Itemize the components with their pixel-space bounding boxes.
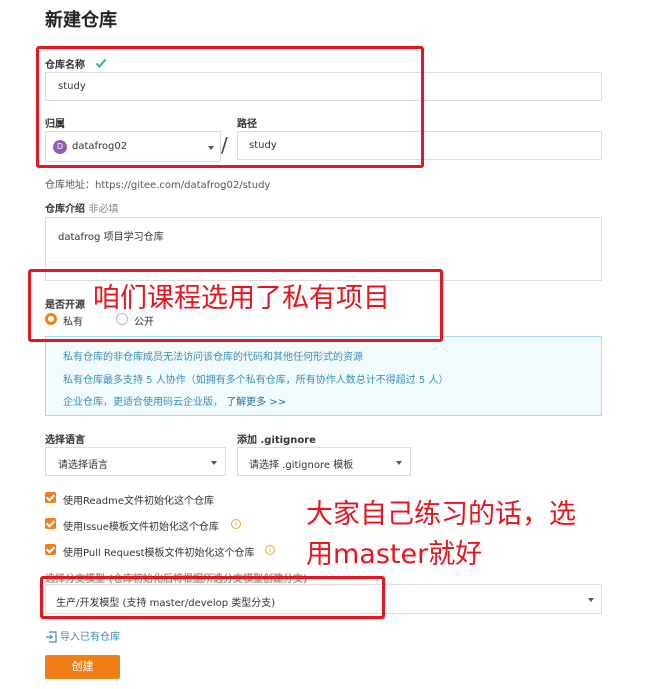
info-line-3-text: 企业仓库，更适合使用码云企业版， [63, 397, 223, 408]
import-icon[interactable] [45, 628, 57, 643]
language-value: 请选择语言 [58, 460, 108, 471]
intro-value: datafrog 项目学习仓库 [58, 232, 164, 243]
language-select[interactable]: 请选择语言 [45, 447, 226, 476]
intro-label-text: 仓库介绍 [45, 204, 85, 215]
annotation-master-note-1: 大家自己练习的话，选 [306, 499, 576, 530]
issue-checkbox-label: 使用Issue模板文件初始化这个仓库 [63, 522, 219, 533]
issue-checkbox[interactable] [45, 518, 56, 529]
info-icon[interactable]: i [265, 545, 275, 555]
chevron-down-icon [396, 461, 402, 465]
annotation-box-branch [40, 576, 385, 619]
pr-checkbox[interactable] [45, 544, 56, 555]
create-button[interactable]: 创建 [45, 655, 120, 679]
repo-address: 仓库地址：https://gitee.com/datafrog02/study [45, 176, 270, 191]
intro-label: 仓库介绍 非必填 [45, 200, 118, 215]
language-label: 选择语言 [45, 435, 85, 446]
info-line-2: 私有仓库最多支持 5 人协作（如拥有多个私有仓库，所有协作人数总计不得超过 5 … [63, 375, 449, 386]
info-icon[interactable]: i [231, 519, 241, 529]
import-repo-link[interactable]: 导入已有仓库 [60, 628, 120, 643]
pr-checkbox-label: 使用Pull Request模板文件初始化这个仓库 [63, 548, 255, 559]
gitignore-label: 添加 .gitignore [237, 435, 316, 446]
annotation-private-note: 咱们课程选用了私有项目 [93, 283, 390, 314]
chevron-down-icon [211, 461, 217, 465]
readme-checkbox[interactable] [45, 492, 56, 503]
private-info-box: 私有仓库的非仓库成员无法访问该仓库的代码和其他任何形式的资源 私有仓库最多支持 … [45, 336, 602, 416]
readme-checkbox-label: 使用Readme文件初始化这个仓库 [63, 496, 215, 507]
repo-address-url: https://gitee.com/datafrog02/study [95, 180, 271, 191]
repo-address-label: 仓库地址： [45, 180, 95, 191]
chevron-down-icon [588, 598, 594, 602]
gitignore-value: 请选择 .gitignore 模板 [249, 460, 354, 471]
info-line-1: 私有仓库的非仓库成员无法访问该仓库的代码和其他任何形式的资源 [63, 352, 363, 363]
page-title: 新建仓库 [45, 10, 117, 31]
gitignore-select[interactable]: 请选择 .gitignore 模板 [237, 447, 411, 476]
annotation-master-note-2: 用master就好 [306, 539, 483, 570]
intro-hint: 非必填 [88, 204, 119, 215]
info-line-3: 企业仓库，更适合使用码云企业版， 了解更多 >> [63, 393, 286, 408]
learn-more-link[interactable]: 了解更多 >> [226, 397, 286, 408]
annotation-box-name [36, 46, 424, 168]
